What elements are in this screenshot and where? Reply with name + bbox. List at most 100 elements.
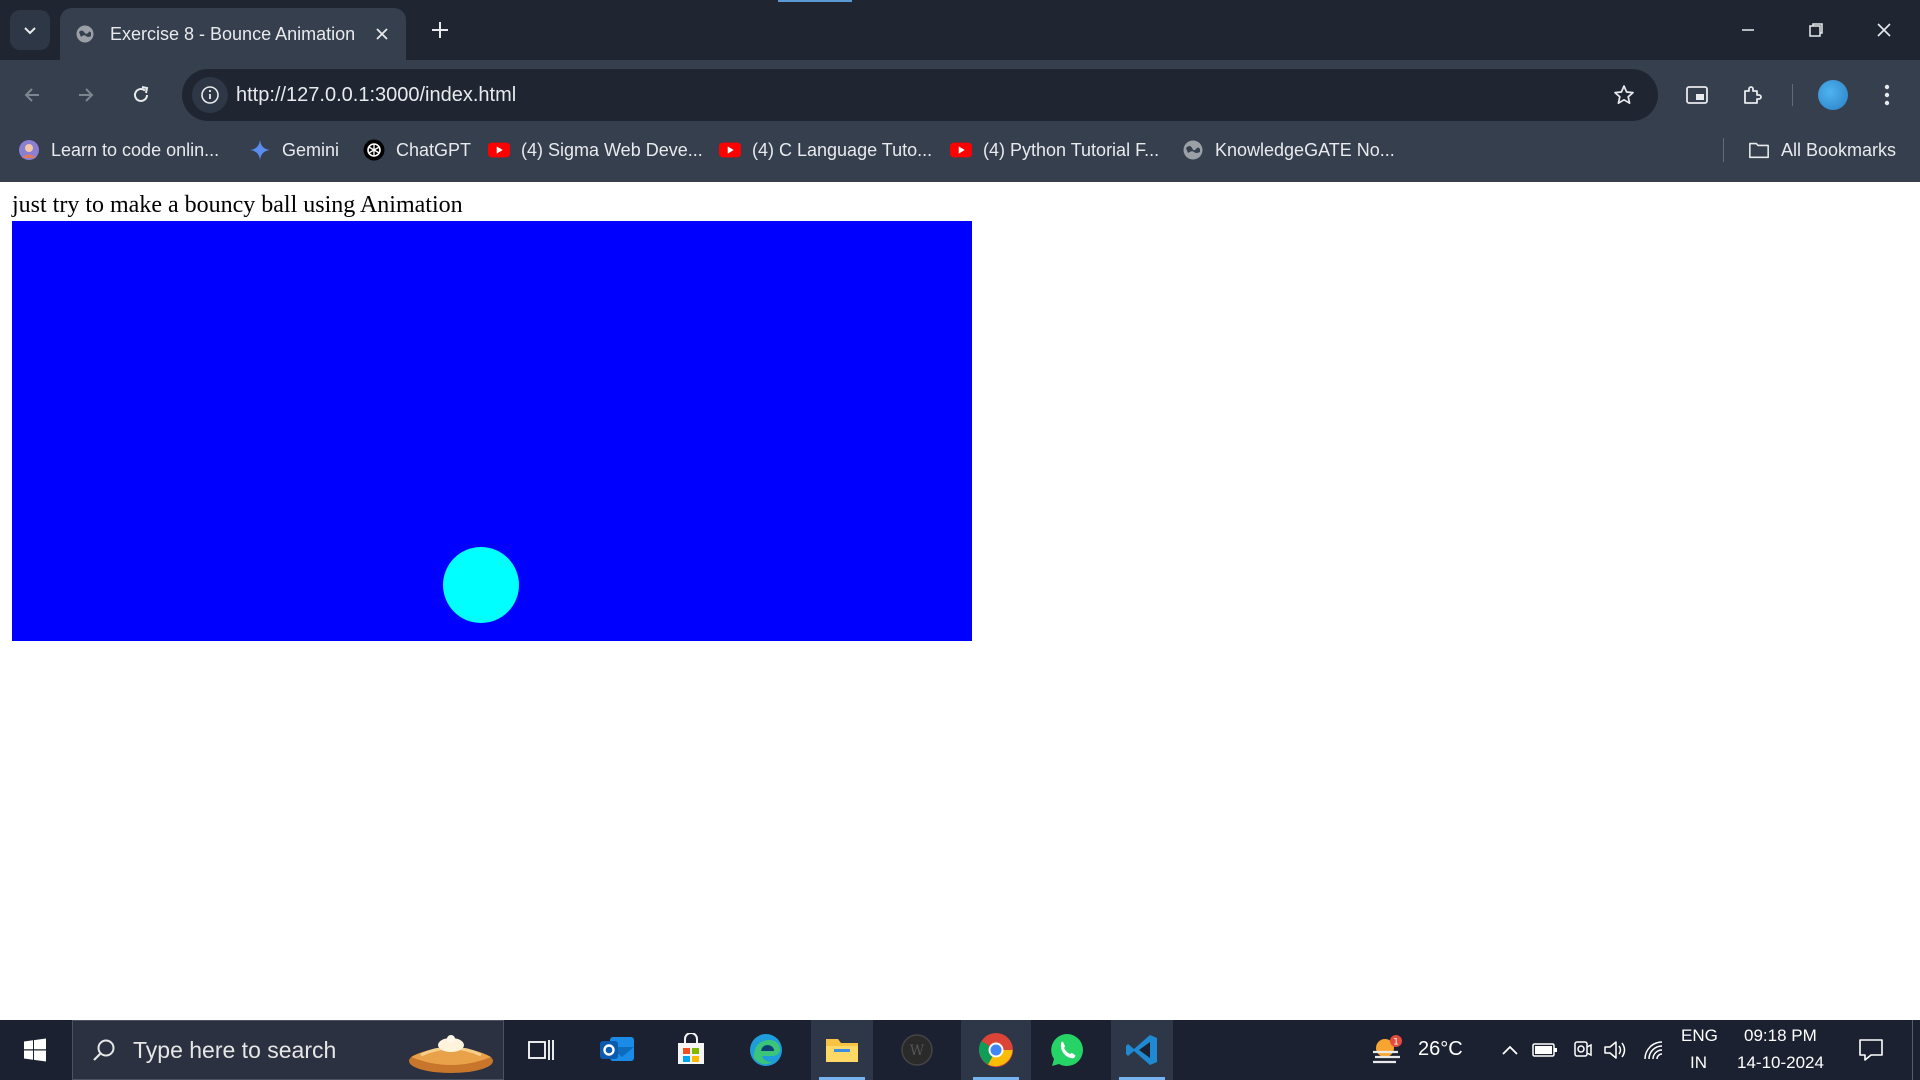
bookmark-item[interactable]: KnowledgeGATE No... (1182, 130, 1395, 170)
all-bookmarks-button[interactable]: All Bookmarks (1748, 130, 1896, 170)
youtube-icon (719, 139, 741, 161)
weather-widget[interactable]: 1 (1370, 1034, 1404, 1066)
forward-button[interactable] (66, 75, 106, 115)
start-button[interactable] (0, 1020, 70, 1080)
page-heading-text: just try to make a bouncy ball using Ani… (12, 192, 463, 218)
whatsapp-icon (1051, 1034, 1083, 1067)
profile-avatar[interactable] (1818, 80, 1848, 110)
language-indicator[interactable]: ENG IN (1680, 1020, 1720, 1080)
picture-in-picture-icon (1686, 86, 1708, 104)
bookmark-item[interactable]: ChatGPT (363, 130, 471, 170)
taskbar-search-box[interactable]: Type here to search (72, 1020, 504, 1080)
weather-badge: 1 (1393, 1038, 1399, 1048)
windows-logo-icon (24, 1038, 46, 1062)
battery-indicator[interactable] (1531, 1036, 1559, 1064)
arrow-left-icon (24, 88, 39, 102)
clock-time: 09:18 PM (1744, 1026, 1817, 1045)
picture-in-picture-button[interactable] (1677, 75, 1717, 115)
bookmarks-bar: Learn to code onlin... Gemini ChatGPT (4… (0, 130, 1920, 182)
tab-title: Exercise 8 - Bounce Animation (110, 23, 356, 44)
arrow-right-icon (79, 88, 94, 102)
animation-stage (12, 221, 972, 641)
bookmark-item[interactable]: Learn to code onlin... (18, 130, 219, 170)
language-region: IN (1690, 1053, 1707, 1072)
minimize-button[interactable] (1724, 8, 1772, 52)
all-bookmarks-label: All Bookmarks (1781, 139, 1897, 160)
page-viewport: just try to make a bouncy ball using Ani… (0, 182, 1920, 1020)
bookmark-item[interactable]: (4) C Language Tuto... (719, 130, 932, 170)
show-hidden-icons-button[interactable] (1496, 1036, 1524, 1064)
task-view-button[interactable] (510, 1020, 572, 1080)
restore-icon (1809, 23, 1823, 37)
restore-button[interactable] (1792, 8, 1840, 52)
bookmark-label: (4) Python Tutorial F... (983, 139, 1160, 160)
taskbar-edge[interactable] (735, 1020, 797, 1080)
puzzle-icon (1744, 86, 1762, 104)
close-tab-icon[interactable] (368, 20, 396, 48)
bookmark-item[interactable]: (4) Sigma Web Deve... (488, 130, 703, 170)
bookmark-label: ChatGPT (396, 139, 472, 160)
star-icon (1614, 85, 1634, 105)
taskbar-app-dark[interactable]: W (886, 1020, 948, 1080)
clock[interactable]: 09:18 PM 14-10-2024 (1732, 1020, 1848, 1080)
extensions-button[interactable] (1733, 75, 1773, 115)
chevron-up-icon (1502, 1045, 1518, 1055)
search-placeholder: Type here to search (133, 1036, 337, 1063)
minimize-icon (1742, 29, 1754, 31)
show-desktop-button[interactable] (1912, 1020, 1920, 1080)
bookmark-label: Learn to code onlin... (51, 139, 220, 160)
plus-icon (432, 22, 448, 38)
address-bar[interactable]: http://127.0.0.1:3000/index.html (182, 69, 1658, 121)
volume-button[interactable] (1602, 1036, 1630, 1064)
bookmark-item[interactable]: Gemini (249, 130, 339, 170)
taskbar-whatsapp[interactable] (1036, 1020, 1098, 1080)
chrome-icon (979, 1033, 1013, 1067)
wifi-icon (1644, 1041, 1663, 1060)
reload-button[interactable] (121, 75, 161, 115)
bookmark-star-button[interactable] (1608, 79, 1640, 111)
battery-icon (1532, 1043, 1557, 1057)
taskbar-vscode[interactable] (1111, 1020, 1173, 1080)
bookmarks-divider (1723, 138, 1724, 162)
speaker-icon (1604, 1041, 1626, 1059)
folder-icon (826, 1039, 858, 1062)
tab-search-button[interactable] (10, 10, 50, 50)
close-window-button[interactable] (1860, 8, 1908, 52)
back-button[interactable] (12, 75, 52, 115)
bookmark-item[interactable]: (4) Python Tutorial F... (950, 130, 1159, 170)
meet-now-indicator[interactable] (1568, 1036, 1596, 1064)
language-code: ENG (1681, 1026, 1718, 1045)
youtube-icon (950, 139, 972, 161)
store-icon (678, 1033, 704, 1064)
webcam-icon (1574, 1041, 1592, 1057)
url-text[interactable]: http://127.0.0.1:3000/index.html (236, 69, 516, 121)
browser-toolbar: http://127.0.0.1:3000/index.html (0, 60, 1920, 130)
bookmark-label: (4) Sigma Web Deve... (521, 139, 703, 160)
browser-menu-button[interactable] (1867, 75, 1907, 115)
globe-icon (1182, 139, 1204, 161)
tab-active[interactable]: Exercise 8 - Bounce Animation (60, 8, 406, 60)
taskbar-microsoft-store[interactable] (660, 1020, 722, 1080)
taskbar-chrome[interactable] (961, 1020, 1031, 1080)
kebab-menu-icon (1884, 84, 1890, 106)
network-button[interactable] (1640, 1036, 1668, 1064)
weather-temperature[interactable]: 26°C (1418, 1038, 1463, 1061)
globe-icon (74, 23, 96, 45)
svg-text:W: W (910, 1043, 925, 1059)
close-icon (1877, 23, 1891, 37)
chevron-down-icon (24, 27, 36, 35)
toolbar-divider (1792, 84, 1793, 106)
site-info-button[interactable] (192, 77, 228, 113)
new-tab-button[interactable] (422, 12, 458, 48)
outlook-icon (600, 1037, 634, 1061)
bookmark-label: Gemini (282, 139, 340, 160)
taskbar-file-explorer[interactable] (811, 1020, 873, 1080)
folder-icon (1748, 139, 1770, 161)
edge-icon (750, 1034, 782, 1066)
chatgpt-icon (363, 139, 385, 161)
tab-strip: Exercise 8 - Bounce Animation (0, 0, 1920, 60)
app-icon: W (901, 1034, 933, 1066)
action-center-button[interactable] (1856, 1036, 1886, 1064)
taskbar-outlook[interactable] (586, 1020, 648, 1080)
info-icon (201, 86, 219, 104)
